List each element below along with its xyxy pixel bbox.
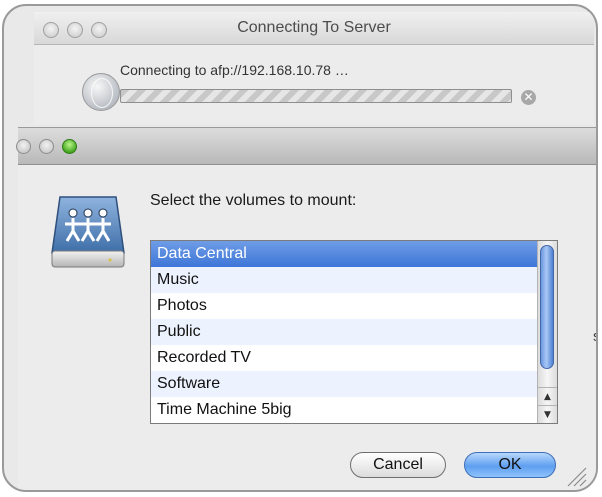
close-light-icon[interactable] <box>16 139 31 154</box>
connecting-status-text: Connecting to afp://192.168.10.78 … <box>120 62 349 78</box>
connecting-titlebar[interactable]: Connecting To Server <box>34 12 594 45</box>
connecting-progress-bar <box>120 89 512 103</box>
volume-list-item[interactable]: Data Central <box>151 241 537 267</box>
volume-select-dialog: Select the volumes to mount: Data Centra… <box>16 127 596 490</box>
cancel-connection-icon[interactable]: ✕ <box>521 90 536 105</box>
scroll-thumb[interactable] <box>540 245 554 369</box>
globe-icon <box>82 73 120 111</box>
volume-list-item[interactable]: Time Machine 5big <box>151 397 537 423</box>
cancel-button[interactable]: Cancel <box>350 452 446 478</box>
volume-list-item[interactable]: Photos <box>151 293 537 319</box>
scroll-up-arrow-icon[interactable]: ▲ <box>538 387 557 405</box>
volume-list-scrollbar[interactable]: ▲ ▼ <box>537 241 557 423</box>
scroll-down-arrow-icon[interactable]: ▼ <box>538 405 557 423</box>
volume-dialog-titlebar[interactable] <box>16 128 596 165</box>
volume-list[interactable]: Data Central Music Photos Public Recorde… <box>150 240 558 424</box>
connecting-body: Connecting to afp://192.168.10.78 … ✕ <box>34 45 594 125</box>
shared-server-icon <box>51 196 125 268</box>
volume-list-item[interactable]: Music <box>151 267 537 293</box>
outer-window-frame: Connecting To Server Connecting to afp:/… <box>2 4 598 492</box>
resize-grip-icon[interactable] <box>564 464 588 488</box>
volume-list-item[interactable]: Recorded TV <box>151 345 537 371</box>
connecting-title: Connecting To Server <box>237 19 391 36</box>
minimize-light-icon[interactable] <box>39 139 54 154</box>
volume-list-item[interactable]: Public <box>151 319 537 345</box>
volume-list-item[interactable]: Software <box>151 371 537 397</box>
background-text-fragment: s <box>593 328 596 345</box>
volume-prompt: Select the volumes to mount: <box>150 192 357 209</box>
zoom-light-icon[interactable] <box>62 139 77 154</box>
ok-button[interactable]: OK <box>464 452 556 478</box>
